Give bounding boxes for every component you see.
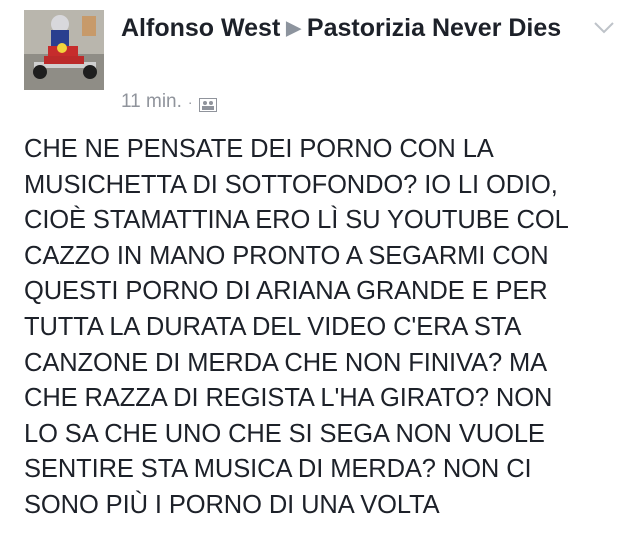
post-body-line: QUESTI PORNO DI ARIANA GRANDE E PER <box>24 277 548 306</box>
avatar-image <box>24 10 104 90</box>
meta-separator: · <box>187 94 193 110</box>
chevron-down-icon[interactable] <box>592 20 616 36</box>
post-header: Alfonso West ▶ Pastorizia Never Dies <box>121 12 591 47</box>
share-arrow-icon: ▶ <box>286 18 301 39</box>
post-meta: 11 min. · <box>121 90 217 114</box>
post-body-line: LO SA CHE UNO CHE SI SEGA NON VUOLE <box>24 419 545 448</box>
post-body-line: TUTTA LA DURATA DEL VIDEO C'ERA STA <box>24 312 522 341</box>
author-link[interactable]: Alfonso West <box>121 14 280 42</box>
author-avatar[interactable]: 21 <box>24 10 104 90</box>
group-audience-icon[interactable] <box>198 95 217 112</box>
facebook-post: 21 Alfonso West ▶ Pastorizia Never Dies 11… <box>0 0 639 533</box>
post-body-line: SENTIRE STA MUSICA DI MERDA? NON CI <box>24 455 532 484</box>
post-body-line: CHE NE PENSATE DEI PORNO CON LA <box>24 135 494 163</box>
post-body-line: MUSICHETTA DI SOTTOFONDO? IO LI ODIO, <box>24 170 558 199</box>
post-body-line: CAZZO IN MANO PRONTO A SEGARMI CON <box>24 241 549 270</box>
group-link[interactable]: Pastorizia Never Dies <box>307 14 561 42</box>
post-body: CHE NE PENSATE DEI PORNO CON LA MUSICHET… <box>24 132 624 524</box>
post-body-line: CANZONE DI MERDA CHE NON FINIVA? MA <box>24 348 548 377</box>
post-body-line: CHE RAZZA DI REGISTA L'HA GIRATO? NON <box>24 384 553 413</box>
post-body-line: CIOÈ STAMATTINA ERO LÌ SU YOUTUBE COL <box>24 206 569 235</box>
post-timestamp[interactable]: 11 min. <box>121 90 182 114</box>
post-body-line: SONO PIÙ I PORNO DI UNA VOLTA <box>24 490 440 519</box>
